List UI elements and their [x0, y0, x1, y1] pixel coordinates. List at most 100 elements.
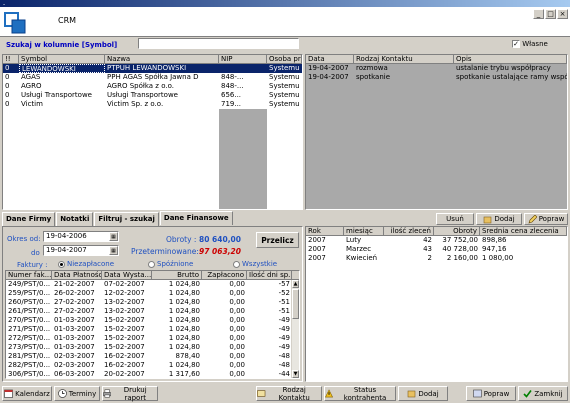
table-row[interactable]: 0 AGAS PPH AGAS Spółka Jawna D 848-... S…: [3, 73, 302, 82]
delete-button[interactable]: Usuń: [436, 213, 474, 225]
tab-filter-search[interactable]: Filtruj - szukaj: [94, 212, 159, 226]
clients-col-name[interactable]: Nazwa: [105, 55, 219, 63]
table-row[interactable]: 306/PST/0... 06-03-2007 20-02-2007 1 317,60…: [6, 370, 299, 378]
table-row[interactable]: 2007 Luty 42 37 752,00 898,86: [306, 236, 567, 245]
invoices-col-pay-date[interactable]: Data Płatności: [52, 271, 102, 279]
cell: 01-03-2007: [54, 325, 95, 333]
tab-company-data[interactable]: Dane Firmy: [2, 212, 56, 226]
monthly-grid-header: Rok miesiąc ilość zleceń Obroty Średnia …: [306, 227, 567, 236]
overdue-value: 97 063,20: [199, 247, 241, 256]
radio-unpaid-circle[interactable]: [58, 260, 65, 268]
cell: -49: [278, 334, 290, 342]
table-row[interactable]: 270/PST/0... 01-03-2007 15-02-2007 1 024,80…: [6, 316, 299, 325]
clients-grid[interactable]: !! Symbol Nazwa NIP Osoba pr 0 LEWANDOWS…: [2, 54, 303, 210]
bottom-add-button[interactable]: Dodaj: [398, 386, 448, 401]
radio-late-circle[interactable]: [148, 260, 155, 268]
close-button[interactable]: Zamknij: [518, 386, 568, 401]
invoices-col-number[interactable]: Numer fak...: [6, 271, 52, 279]
invoices-grid[interactable]: Numer fak... Data Płatności Data Wysta..…: [5, 270, 300, 379]
close-button-label: Zamknij: [534, 389, 563, 398]
table-row[interactable]: 271/PST/0... 01-03-2007 15-02-2007 1 024,80…: [6, 325, 299, 334]
calendar-button[interactable]: Kalendarz: [2, 386, 52, 401]
invoices-col-gross[interactable]: Brutto: [152, 271, 202, 279]
contacts-col-date[interactable]: Data: [306, 55, 354, 63]
calendar-icon[interactable]: ▦: [109, 246, 118, 255]
invoices-col-paid[interactable]: Zapłacono: [202, 271, 247, 279]
minimize-button[interactable]: _: [533, 9, 544, 19]
table-row[interactable]: 259/PST/0... 26-02-2007 12-02-2007 1 024,80…: [6, 289, 299, 298]
table-row[interactable]: 261/PST/0... 27-02-2007 13-02-2007 1 024,80…: [6, 307, 299, 316]
contact-type-button[interactable]: Rodzaj Kontaktu: [256, 386, 322, 402]
cell: Usługi Transportowe: [107, 91, 178, 99]
monthly-col-turnover[interactable]: Obroty: [434, 227, 480, 235]
radio-late[interactable]: Spóźnione: [148, 260, 193, 268]
table-row[interactable]: 19-04-2007 spotkanie spotkanie ustalając…: [306, 73, 567, 82]
own-checkbox[interactable]: ✓ Własne: [512, 40, 548, 48]
table-row[interactable]: 2007 Marzec 43 40 728,00 947,16: [306, 245, 567, 254]
period-from-date-field[interactable]: 19-04-2006 ▦: [43, 231, 119, 242]
contacts-col-type[interactable]: Rodzaj Kontaktu: [354, 55, 454, 63]
monthly-col-year[interactable]: Rok: [306, 227, 344, 235]
cell: 0,00: [229, 352, 245, 360]
cell: 2: [427, 254, 432, 262]
contacts-grid-body: 19-04-2007 rozmowa ustalanie trybu współ…: [306, 64, 567, 209]
cell: 273/PST/0...: [8, 343, 51, 351]
cell: AGAS: [21, 73, 41, 81]
add-button[interactable]: Dodaj: [476, 213, 522, 225]
warning-icon: [325, 389, 334, 398]
table-row[interactable]: 249/PST/0... 21-02-2007 07-02-2007 1 024,80…: [6, 280, 299, 289]
radio-all-circle[interactable]: [233, 260, 240, 268]
own-checkbox-box[interactable]: ✓: [512, 40, 520, 48]
clients-col-flag[interactable]: !!: [3, 55, 19, 63]
print-report-button[interactable]: Drukuj raport: [102, 386, 158, 402]
tab-financial-data[interactable]: Dane Finansowe: [159, 211, 233, 225]
monthly-col-orders[interactable]: ilość zleceń: [384, 227, 434, 235]
client-status-button[interactable]: Status kontrahenta: [324, 386, 396, 402]
radio-unpaid[interactable]: Niezapłacone: [58, 260, 114, 268]
monthly-col-month[interactable]: miesiąc: [344, 227, 384, 235]
contacts-col-desc[interactable]: Opis: [454, 55, 567, 63]
scroll-thumb[interactable]: [292, 289, 299, 319]
table-row[interactable]: 272/PST/0... 01-03-2007 15-02-2007 1 024,80…: [6, 334, 299, 343]
invoices-col-issue-date[interactable]: Data Wysta...: [102, 271, 152, 279]
bottom-fix-button[interactable]: Popraw: [466, 386, 516, 401]
cell: 27-02-2007: [54, 307, 95, 315]
monthly-col-avg-price[interactable]: Średnia cena zlecenia: [480, 227, 567, 235]
maximize-button[interactable]: □: [545, 9, 556, 19]
clients-col-nip[interactable]: NIP: [219, 55, 267, 63]
clients-col-person[interactable]: Osoba pr: [267, 55, 302, 63]
table-row[interactable]: 273/PST/0... 01-03-2007 15-02-2007 1 024,80…: [6, 343, 299, 352]
scroll-up-icon[interactable]: ▲: [292, 280, 299, 288]
invoices-scrollbar[interactable]: ▲ ▼: [291, 280, 299, 378]
table-row[interactable]: 0 LEWANDOWSKI PTPUH LEWANDOWSKI Systemu: [3, 64, 302, 73]
invoices-col-days-late[interactable]: Ilość dni sp.: [247, 271, 292, 279]
calendar-icon[interactable]: ▦: [109, 232, 118, 241]
monthly-grid[interactable]: Rok miesiąc ilość zleceń Obroty Średnia …: [305, 226, 568, 382]
clock-icon: [57, 389, 67, 398]
contacts-grid-header: Data Rodzaj Kontaktu Opis: [306, 55, 567, 64]
table-row[interactable]: 2007 Kwiecień 2 2 160,00 1 080,00: [306, 254, 567, 263]
cell: 02-03-2007: [54, 352, 95, 360]
radio-all[interactable]: Wszystkie: [233, 260, 277, 268]
terms-button[interactable]: Terminy: [54, 386, 100, 401]
table-row[interactable]: 0 AGRO AGRO Spółka z o.o. 848-... System…: [3, 82, 302, 91]
clients-col-symbol[interactable]: Symbol: [19, 55, 105, 63]
table-row[interactable]: 281/PST/0... 02-03-2007 16-02-2007 878,40 0,…: [6, 352, 299, 361]
table-row[interactable]: 0 Victim Victim Sp. z o.o. 719... System…: [3, 100, 302, 109]
table-row[interactable]: 282/PST/0... 02-03-2007 16-02-2007 1 024,80…: [6, 361, 299, 370]
cell: 15-02-2007: [104, 343, 145, 351]
search-input[interactable]: [138, 38, 299, 49]
scroll-down-icon[interactable]: ▼: [292, 370, 299, 378]
fix-button[interactable]: Popraw: [524, 213, 568, 225]
recalculate-button[interactable]: Przelicz: [256, 232, 299, 248]
period-to-date-field[interactable]: 19-04-2007 ▦: [43, 245, 119, 256]
edit-icon: [528, 214, 537, 223]
contacts-grid[interactable]: Data Rodzaj Kontaktu Opis 19-04-2007 roz…: [305, 54, 568, 210]
cell: 40 728,00: [442, 245, 478, 253]
tab-notes[interactable]: Notatki: [56, 212, 94, 226]
cell: 0,00: [229, 325, 245, 333]
table-row[interactable]: 19-04-2007 rozmowa ustalanie trybu współ…: [306, 64, 567, 73]
table-row[interactable]: 260/PST/0... 27-02-2007 13-02-2007 1 024,80…: [6, 298, 299, 307]
table-row[interactable]: 0 Usługi Transportowe Usługi Transportow…: [3, 91, 302, 100]
close-window-button[interactable]: ×: [557, 9, 568, 19]
